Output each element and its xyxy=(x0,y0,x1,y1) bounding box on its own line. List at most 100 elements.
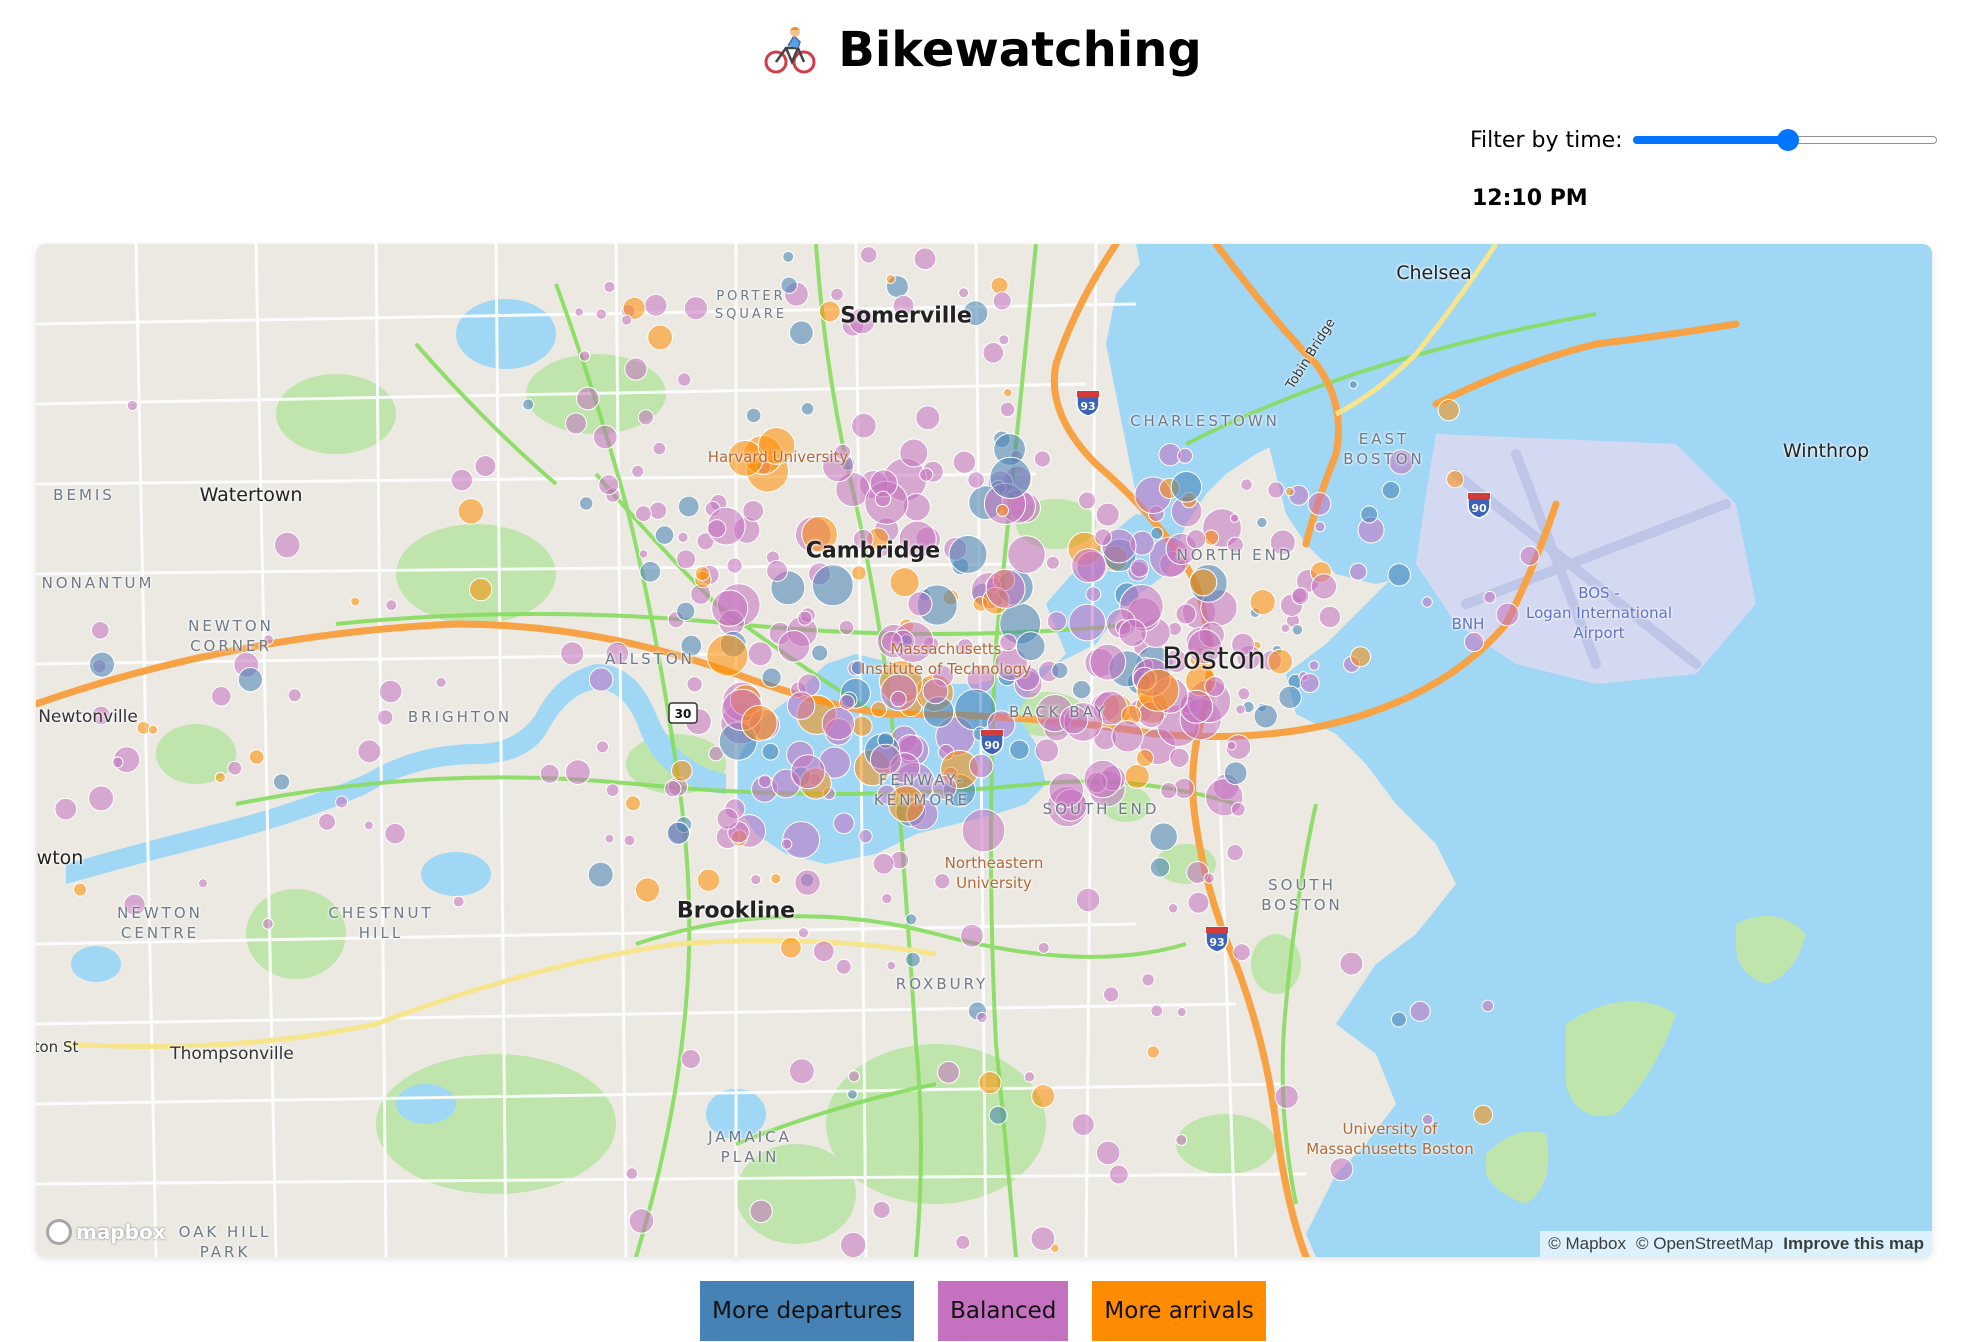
station-marker[interactable] xyxy=(644,293,668,317)
station-marker[interactable] xyxy=(870,701,887,718)
station-marker[interactable] xyxy=(1149,857,1171,878)
station-marker[interactable] xyxy=(961,808,1006,853)
station-marker[interactable] xyxy=(1189,568,1218,597)
station-marker[interactable] xyxy=(1249,589,1276,616)
station-marker[interactable] xyxy=(565,412,587,435)
station-marker[interactable] xyxy=(1175,1134,1188,1146)
station-marker[interactable] xyxy=(670,759,693,782)
station-marker[interactable] xyxy=(1045,555,1060,570)
station-marker[interactable] xyxy=(1329,1157,1354,1182)
station-marker[interactable] xyxy=(706,634,749,677)
station-marker[interactable] xyxy=(237,667,263,693)
station-marker[interactable] xyxy=(1078,491,1097,510)
station-marker[interactable] xyxy=(859,246,878,264)
station-marker[interactable] xyxy=(1299,673,1320,693)
station-marker[interactable] xyxy=(272,773,291,791)
station-marker[interactable] xyxy=(812,940,835,963)
station-marker[interactable] xyxy=(1278,685,1302,710)
station-marker[interactable] xyxy=(1075,887,1101,913)
station-marker[interactable] xyxy=(1009,739,1030,760)
station-marker[interactable] xyxy=(676,601,696,621)
station-marker[interactable] xyxy=(782,250,795,263)
station-marker[interactable] xyxy=(598,474,620,496)
station-marker[interactable] xyxy=(726,557,743,574)
station-marker[interactable] xyxy=(1237,687,1251,701)
station-marker[interactable] xyxy=(1387,563,1411,587)
station-marker[interactable] xyxy=(1033,450,1052,468)
station-marker[interactable] xyxy=(1308,660,1320,671)
station-marker[interactable] xyxy=(1118,618,1147,647)
station-marker[interactable] xyxy=(780,936,802,959)
station-marker[interactable] xyxy=(635,505,652,523)
station-marker[interactable] xyxy=(758,774,772,789)
station-marker[interactable] xyxy=(287,688,302,703)
station-marker[interactable] xyxy=(919,467,934,482)
station-marker[interactable] xyxy=(1095,502,1120,527)
station-marker[interactable] xyxy=(88,785,115,812)
station-marker[interactable] xyxy=(1187,891,1210,914)
station-marker[interactable] xyxy=(907,591,933,617)
station-marker[interactable] xyxy=(677,531,689,543)
station-marker[interactable] xyxy=(1094,528,1112,547)
station-marker[interactable] xyxy=(452,895,465,908)
station-marker[interactable] xyxy=(1124,763,1150,789)
station-marker[interactable] xyxy=(1034,738,1060,763)
station-marker[interactable] xyxy=(982,342,1005,364)
station-marker[interactable] xyxy=(1071,679,1092,700)
station-marker[interactable] xyxy=(136,720,151,735)
station-marker[interactable] xyxy=(1160,782,1178,800)
station-marker[interactable] xyxy=(886,960,897,971)
station-marker[interactable] xyxy=(147,724,159,735)
station-marker[interactable] xyxy=(1046,611,1068,632)
station-marker[interactable] xyxy=(111,756,124,769)
station-marker[interactable] xyxy=(996,503,1009,517)
station-marker[interactable] xyxy=(1232,943,1251,962)
station-marker[interactable] xyxy=(1291,624,1304,636)
station-marker[interactable] xyxy=(666,821,690,845)
station-marker[interactable] xyxy=(766,559,789,582)
station-marker[interactable] xyxy=(890,690,907,708)
station-marker[interactable] xyxy=(377,709,394,726)
station-marker[interactable] xyxy=(985,568,1026,609)
station-marker[interactable] xyxy=(874,490,892,508)
station-marker[interactable] xyxy=(858,829,873,844)
station-marker[interactable] xyxy=(1285,486,1295,497)
station-marker[interactable] xyxy=(872,1200,891,1220)
station-marker[interactable] xyxy=(881,892,893,905)
station-marker[interactable] xyxy=(522,398,535,411)
station-marker[interactable] xyxy=(1108,1164,1129,1185)
station-marker[interactable] xyxy=(1349,562,1368,581)
station-marker[interactable] xyxy=(915,405,941,431)
station-marker[interactable] xyxy=(955,1234,971,1250)
station-marker[interactable] xyxy=(378,679,403,704)
station-marker[interactable] xyxy=(1146,1045,1160,1059)
station-marker[interactable] xyxy=(227,760,243,776)
station-marker[interactable] xyxy=(1089,643,1127,681)
station-marker[interactable] xyxy=(639,560,662,583)
station-marker[interactable] xyxy=(838,619,855,636)
station-marker[interactable] xyxy=(1483,590,1497,604)
station-marker[interactable] xyxy=(578,496,594,511)
station-marker[interactable] xyxy=(885,274,896,284)
station-marker[interactable] xyxy=(677,372,692,387)
station-marker[interactable] xyxy=(696,868,721,892)
station-marker[interactable] xyxy=(637,409,655,426)
station-marker[interactable] xyxy=(1111,720,1144,753)
station-marker[interactable] xyxy=(747,641,773,667)
station-marker[interactable] xyxy=(1130,558,1150,578)
station-marker[interactable] xyxy=(1141,973,1155,987)
station-marker[interactable] xyxy=(1204,676,1226,697)
station-marker[interactable] xyxy=(262,918,274,930)
station-marker[interactable] xyxy=(1226,843,1244,862)
station-marker[interactable] xyxy=(450,468,474,492)
mapbox-logo[interactable]: mapbox xyxy=(46,1219,166,1245)
station-marker[interactable] xyxy=(1235,704,1246,715)
station-marker[interactable] xyxy=(273,531,301,559)
station-marker[interactable] xyxy=(761,742,780,761)
station-marker[interactable] xyxy=(761,667,782,688)
station-marker[interactable] xyxy=(1030,1226,1056,1251)
station-marker[interactable] xyxy=(1240,478,1253,491)
station-marker[interactable] xyxy=(384,822,406,845)
station-marker[interactable] xyxy=(1481,999,1495,1013)
station-marker[interactable] xyxy=(1348,380,1358,390)
